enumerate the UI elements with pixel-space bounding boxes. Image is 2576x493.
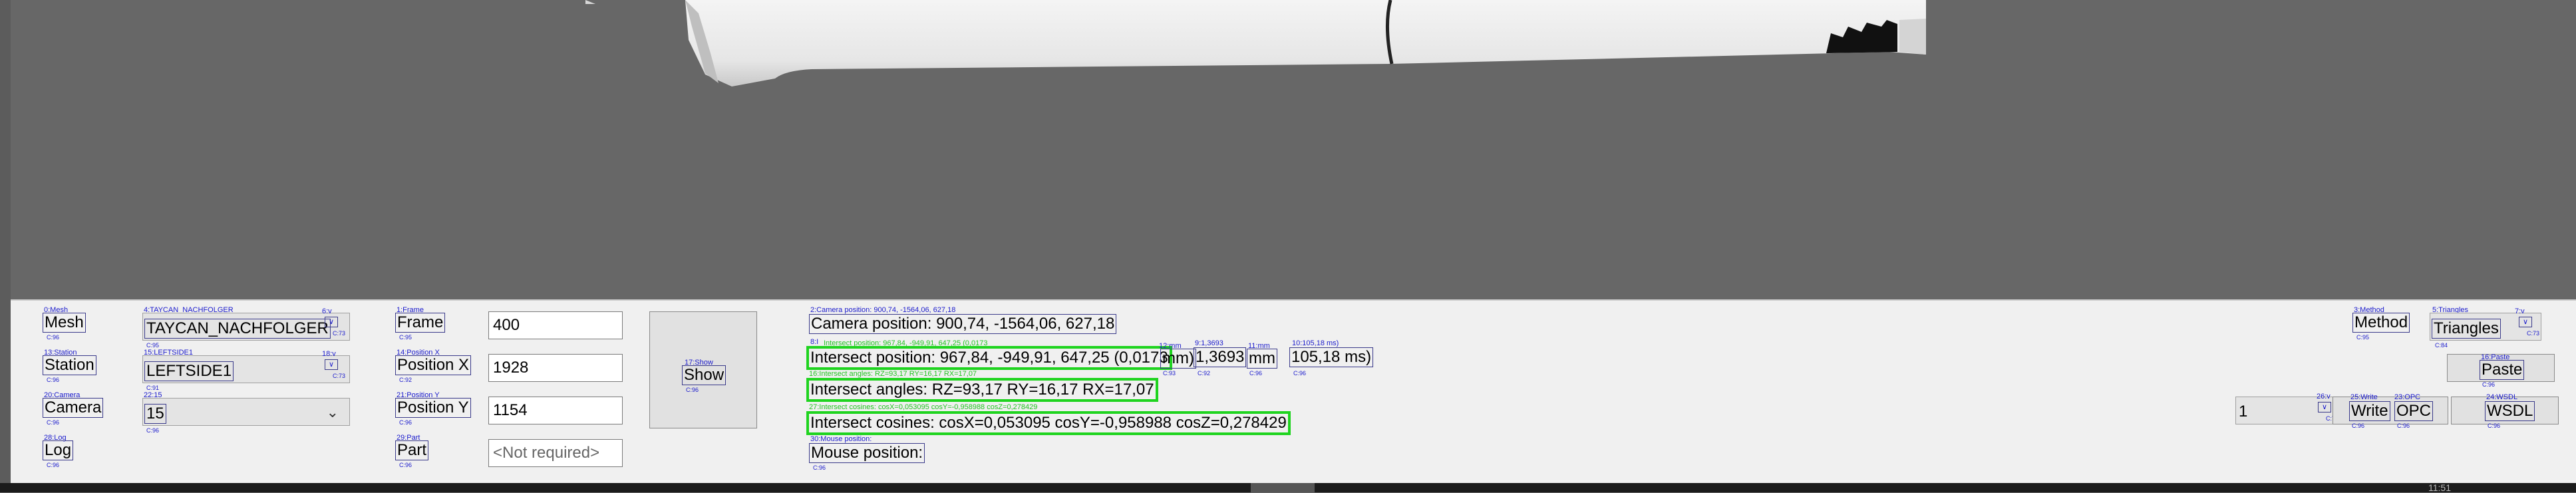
- camera-position-text: Camera position: 900,74, -1564,06, 627,1…: [809, 314, 1117, 334]
- station-check-cid: C:73: [333, 373, 346, 379]
- val2-cid: C:92: [1198, 370, 1211, 377]
- show-label: Show: [682, 365, 726, 385]
- triangles-dropdown-check[interactable]: ∨: [2519, 317, 2532, 327]
- scroll-thumb[interactable]: [1251, 483, 1315, 492]
- log-button[interactable]: Log: [43, 440, 74, 460]
- left-edge-strip: [0, 0, 11, 492]
- wsdl-label: WSDL: [2485, 401, 2535, 421]
- chevron-down-icon[interactable]: ⌄: [327, 404, 339, 421]
- clock: 11:51: [2428, 482, 2451, 493]
- write-id: 25:Write: [2350, 393, 2378, 401]
- mouse-position-cid: C:96: [813, 464, 826, 471]
- station-check-id: 18:v: [322, 350, 336, 358]
- mesh-label: Mesh: [43, 313, 86, 333]
- pos-x-label: Position X: [395, 355, 472, 375]
- show-cid: C:96: [686, 387, 699, 393]
- taskbar: 11:51: [0, 483, 2576, 492]
- camera-select-value: 15: [144, 404, 166, 424]
- part-cid: C:96: [399, 462, 412, 468]
- write-opc-button[interactable]: 25:Write Write C:96 23:OPC OPC C:96: [2333, 393, 2448, 429]
- count-check-id: 26:v: [2317, 393, 2331, 401]
- method-select-value: Triangles: [2432, 319, 2501, 339]
- car-model-render: [579, 0, 1926, 86]
- triangles-check-cid: C:73: [2527, 330, 2540, 337]
- mesh-select-value: TAYCAN_NACHFOLGER: [144, 319, 331, 339]
- intersect-cosines-text: Intersect cosines: cosX=0,053095 cosY=-0…: [806, 411, 1291, 435]
- paste-label: Paste: [2480, 360, 2525, 380]
- paste-cid: C:96: [2482, 381, 2496, 388]
- intersect-position-text: Intersect position: 967,84, -949,91, 647…: [806, 346, 1172, 370]
- intersect-angles-ghost: 16:Intersect angles: RZ=93,17 RY=16,17 R…: [809, 370, 977, 378]
- control-panel: 0:Mesh Mesh C:96 4:TAYCAN_NACHFOLGER TAY…: [11, 299, 2576, 484]
- method-cid: C:95: [2356, 334, 2370, 341]
- camera-cid: C:96: [47, 419, 60, 426]
- opc-label: OPC: [2394, 401, 2434, 421]
- write-cid: C:96: [2352, 422, 2365, 429]
- wsdl-cid: C:96: [2488, 422, 2501, 429]
- mesh-select[interactable]: TAYCAN_NACHFOLGER: [142, 313, 350, 341]
- unit2-text: mm: [1247, 349, 1277, 369]
- show-button[interactable]: 17:Show Show C:96: [649, 311, 757, 428]
- mesh-check-cid: C:73: [333, 330, 346, 337]
- log-cid: C:96: [47, 462, 60, 468]
- count-dropdown-check[interactable]: ∨: [2318, 402, 2331, 412]
- mesh-check-id: 6:v: [322, 307, 332, 315]
- val3-text: 105,18 ms): [1289, 347, 1374, 367]
- mesh-cid: C:96: [47, 334, 60, 341]
- opc-cid: C:96: [2397, 422, 2410, 429]
- station-combo-cid: C:91: [146, 385, 160, 391]
- wsdl-id: 24:WSDL: [2486, 393, 2518, 401]
- pos-x-cid: C:92: [399, 377, 412, 383]
- opc-id: 23:OPC: [2394, 393, 2421, 401]
- station-label: Station: [43, 355, 96, 375]
- position-y-input[interactable]: 1154: [488, 397, 623, 424]
- count-select-value: 1: [2239, 403, 2248, 420]
- station-dropdown-check[interactable]: ∨: [325, 359, 338, 370]
- mesh-dropdown-check[interactable]: ∨: [325, 317, 338, 327]
- camera-label: Camera: [43, 398, 104, 418]
- part-label: Part: [395, 440, 429, 460]
- unit2-cid: C:96: [1249, 370, 1263, 377]
- triangles-cid: C:84: [2435, 342, 2448, 349]
- camera-combo-cid: C:96: [146, 427, 160, 434]
- camera-position-id: 2:Camera position: 900,74, -1564,06, 627…: [810, 306, 956, 314]
- val3-id: 10:105,18 ms): [1292, 339, 1339, 347]
- mouse-position-id: 30:Mouse position:: [810, 435, 872, 443]
- station-select-value: LEFTSIDE1: [144, 361, 234, 381]
- mesh-combo-cid: C:95: [146, 342, 160, 349]
- intersect-position-id: 8:I: [810, 338, 819, 346]
- frame-cid: C:95: [399, 334, 412, 341]
- pos-y-cid: C:96: [399, 419, 412, 426]
- camera-select[interactable]: 15 ⌄: [142, 398, 350, 426]
- station-cid: C:96: [47, 377, 60, 383]
- intersect-angles-text: Intersect angles: RZ=93,17 RY=16,17 RX=1…: [806, 378, 1158, 402]
- val3-cid: C:96: [1293, 370, 1307, 377]
- pos-y-label: Position Y: [395, 398, 471, 418]
- unit1-text: mm): [1160, 349, 1196, 369]
- part-input[interactable]: <Not required>: [488, 439, 623, 467]
- method-label: Method: [2352, 313, 2410, 333]
- intersect-cosines-ghost: 27:Intersect cosines: cosX=0,053095 cosY…: [809, 403, 1038, 411]
- paste-button[interactable]: 16:Paste Paste C:96: [2447, 353, 2555, 388]
- 3d-viewport[interactable]: [0, 0, 2576, 299]
- position-x-input[interactable]: 1928: [488, 354, 623, 382]
- station-select[interactable]: LEFTSIDE1: [142, 355, 350, 383]
- frame-input[interactable]: 400: [488, 311, 623, 339]
- val2-text: 1,3693: [1194, 347, 1247, 367]
- val2-id: 9:1,3693: [1195, 339, 1223, 347]
- triangles-check-id: 7:v: [2515, 307, 2525, 315]
- write-label: Write: [2349, 401, 2390, 421]
- frame-label: Frame: [395, 313, 446, 333]
- mouse-position-text: Mouse position:: [809, 443, 925, 463]
- wsdl-button[interactable]: 24:WSDL WSDL C:96: [2451, 393, 2559, 429]
- unit1-cid: C:93: [1163, 370, 1176, 377]
